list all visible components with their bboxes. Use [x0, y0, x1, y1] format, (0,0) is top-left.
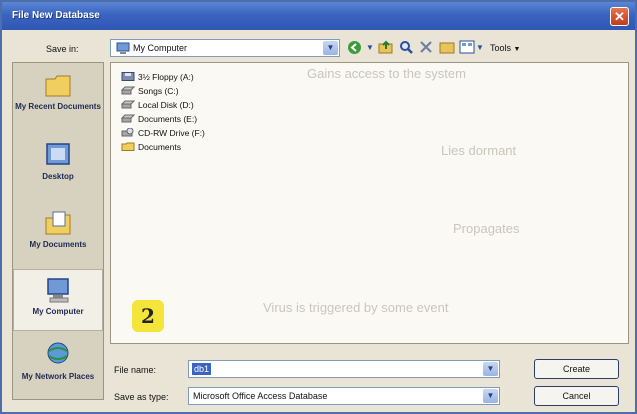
- chevron-down-icon[interactable]: ▼: [323, 41, 338, 55]
- search-web-button[interactable]: [399, 40, 414, 56]
- tools-menu[interactable]: Tools ▼: [490, 40, 520, 56]
- my-computer-icon: [116, 42, 130, 54]
- floppy-drive-icon: [121, 72, 135, 81]
- file-label: Songs (C:): [138, 86, 179, 96]
- place-my-documents[interactable]: My Documents: [13, 203, 103, 265]
- place-my-computer[interactable]: My Computer: [13, 269, 103, 331]
- views-icon: [459, 40, 475, 54]
- file-name-input[interactable]: db1 ▼: [188, 360, 500, 378]
- place-label: My Network Places: [21, 372, 95, 381]
- delete-button[interactable]: [419, 40, 433, 56]
- up-folder-icon: [378, 40, 393, 54]
- new-folder-icon: [439, 42, 455, 54]
- cancel-button[interactable]: Cancel: [534, 386, 619, 406]
- chevron-down-icon[interactable]: ▼: [483, 362, 498, 376]
- annotation-badge: 2: [132, 300, 164, 332]
- list-item[interactable]: 3½ Floppy (A:): [121, 71, 194, 84]
- file-label: Documents (E:): [138, 114, 198, 124]
- create-button[interactable]: Create: [534, 359, 619, 379]
- place-my-network-places[interactable]: My Network Places: [13, 335, 103, 397]
- my-documents-icon: [45, 211, 71, 235]
- up-folder-button[interactable]: [378, 40, 394, 56]
- save-as-type-select[interactable]: Microsoft Office Access Database ▼: [188, 387, 500, 405]
- my-computer-icon: [47, 278, 69, 303]
- save-in-value: My Computer: [133, 43, 188, 53]
- tools-label: Tools: [490, 43, 512, 53]
- back-dropdown[interactable]: ▼: [366, 40, 374, 56]
- file-new-database-dialog: File New Database ✕ Save in: My Computer…: [0, 0, 637, 414]
- file-list[interactable]: Gains access to the system Lies dormant …: [110, 62, 629, 344]
- new-folder-button[interactable]: [439, 40, 455, 56]
- list-item[interactable]: Documents: [121, 141, 181, 154]
- save-in-combobox[interactable]: My Computer ▼: [110, 39, 340, 57]
- cd-drive-icon: [121, 128, 134, 137]
- recent-documents-icon: [45, 75, 71, 97]
- dialog-title: File New Database: [12, 10, 100, 21]
- hard-drive-icon: [121, 114, 135, 123]
- file-label: Local Disk (D:): [138, 100, 194, 110]
- network-places-icon: [47, 342, 69, 364]
- title-bar[interactable]: File New Database ✕: [2, 2, 635, 30]
- views-dropdown[interactable]: ▼: [476, 40, 484, 56]
- place-my-recent-documents[interactable]: My Recent Documents: [13, 65, 103, 127]
- close-icon: ✕: [614, 9, 625, 24]
- list-item[interactable]: Songs (C:): [121, 85, 179, 98]
- hard-drive-icon: [121, 100, 135, 109]
- delete-icon: [420, 41, 432, 53]
- list-item[interactable]: Documents (E:): [121, 113, 197, 126]
- desktop-icon: [46, 143, 70, 165]
- chevron-down-icon[interactable]: ▼: [483, 389, 498, 403]
- place-label: My Computer: [32, 307, 84, 316]
- place-label: My Documents: [29, 240, 87, 249]
- hard-drive-icon: [121, 86, 135, 95]
- place-label: Desktop: [42, 172, 74, 181]
- save-as-type-value: Microsoft Office Access Database: [193, 391, 328, 401]
- close-button[interactable]: ✕: [610, 7, 629, 26]
- folder-icon: [121, 142, 135, 151]
- save-in-label: Save in:: [46, 44, 79, 54]
- back-button[interactable]: [347, 40, 362, 56]
- place-label: My Recent Documents: [15, 102, 101, 111]
- places-bar: My Recent Documents Desktop My Documents…: [12, 62, 104, 400]
- file-label: Documents: [138, 142, 181, 152]
- background-text: Gains access to the system: [307, 66, 466, 81]
- file-label: CD-RW Drive (F:): [138, 128, 205, 138]
- views-button[interactable]: [459, 40, 475, 56]
- save-as-type-label: Save as type:: [114, 392, 169, 402]
- list-item[interactable]: CD-RW Drive (F:): [121, 127, 205, 140]
- file-label: 3½ Floppy (A:): [138, 72, 194, 82]
- file-name-label: File name:: [114, 365, 157, 375]
- background-text: Propagates: [453, 221, 520, 236]
- background-text: Virus is triggered by some event: [263, 300, 449, 315]
- list-item[interactable]: Local Disk (D:): [121, 99, 194, 112]
- search-web-icon: [400, 41, 413, 54]
- place-desktop[interactable]: Desktop: [13, 135, 103, 197]
- file-name-value: db1: [192, 363, 212, 375]
- back-icon: [348, 41, 361, 54]
- background-text: Lies dormant: [441, 143, 517, 158]
